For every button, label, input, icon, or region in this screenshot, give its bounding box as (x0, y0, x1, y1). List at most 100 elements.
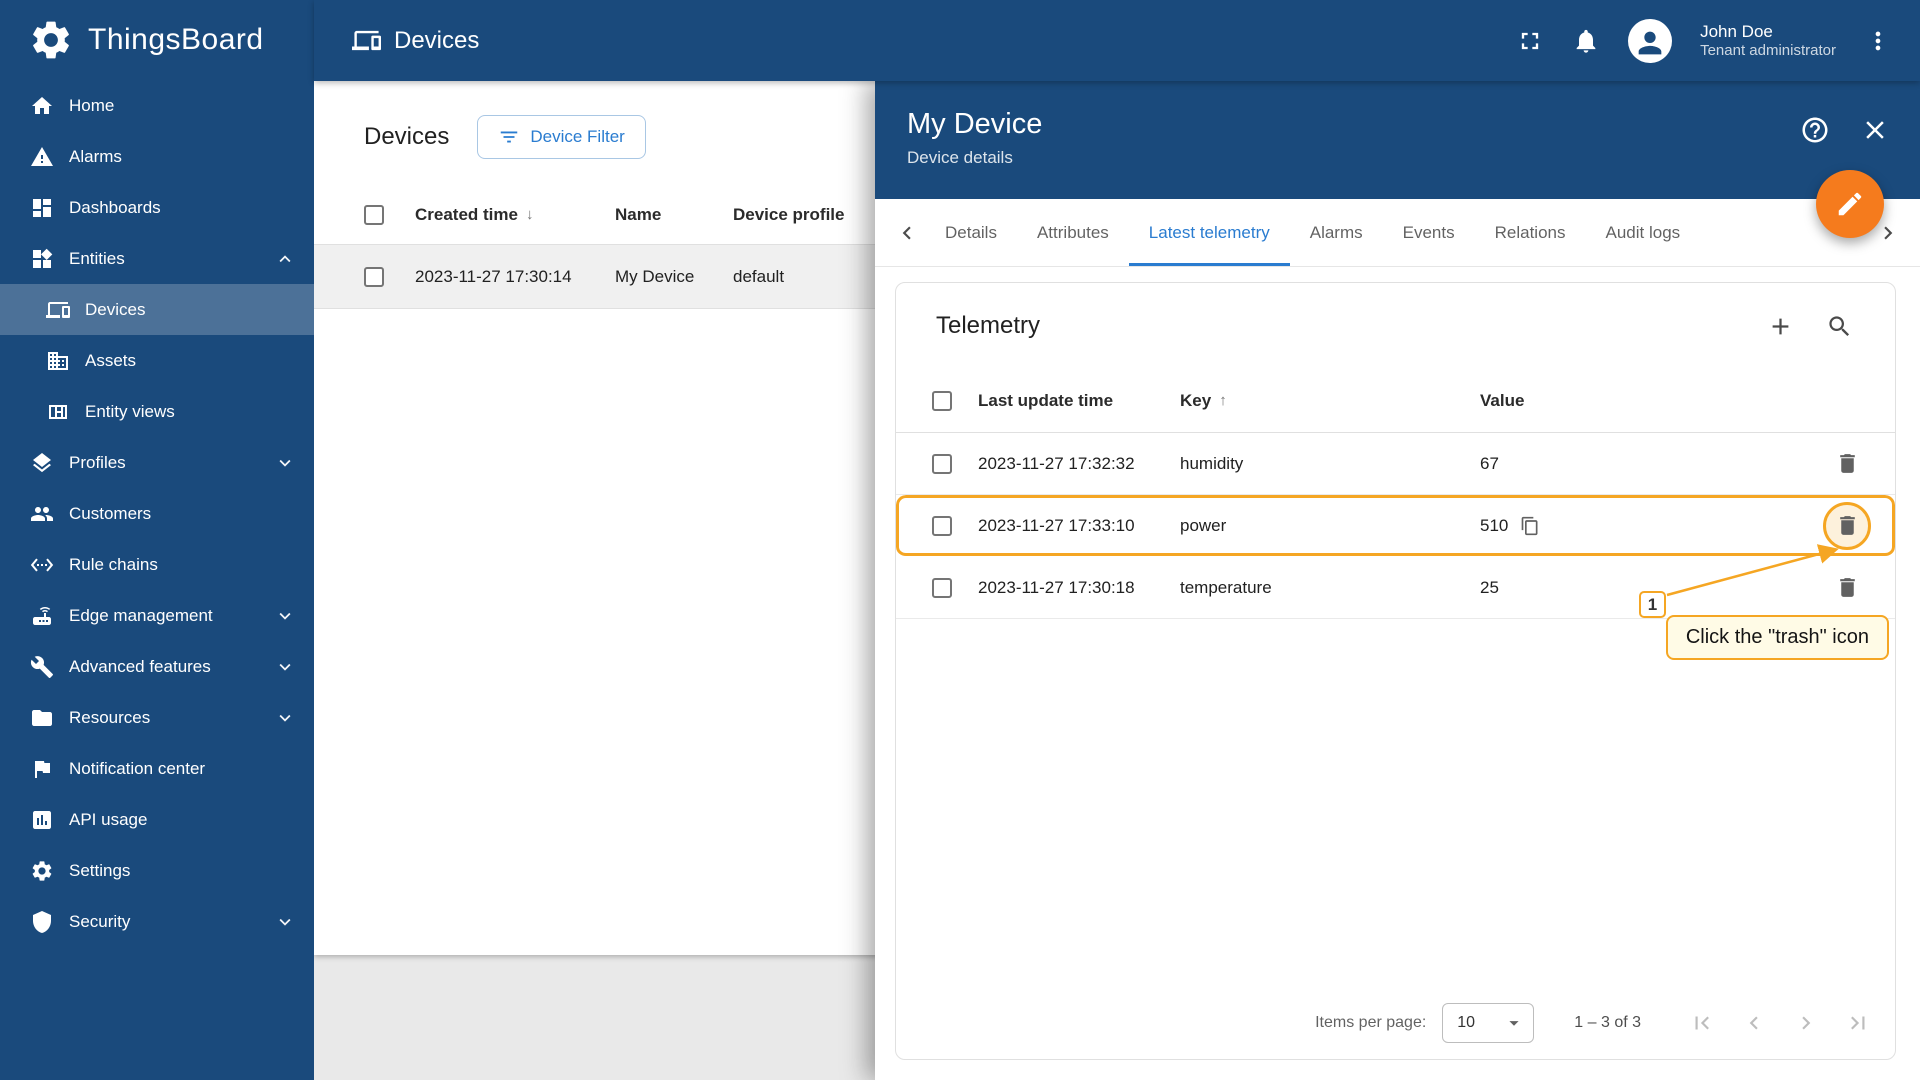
devices-icon (46, 298, 70, 322)
copy-icon (1520, 516, 1540, 536)
add-telemetry-button[interactable] (1767, 313, 1794, 340)
first-page-button[interactable] (1689, 1010, 1715, 1036)
fullscreen-button[interactable] (1516, 27, 1544, 55)
select-all-checkbox[interactable] (932, 390, 952, 411)
sidebar-item-label: Notification center (69, 758, 206, 778)
edit-fab-button[interactable] (1816, 170, 1884, 238)
delete-telemetry-button[interactable] (1835, 575, 1860, 600)
telemetry-row[interactable]: 2023-11-27 17:30:18 temperature 25 (896, 557, 1895, 619)
tab-latest-telemetry[interactable]: Latest telemetry (1128, 199, 1290, 266)
dashboards-icon (30, 196, 54, 220)
sidebar-item-resources[interactable]: Resources (0, 692, 314, 743)
sidebar-item-edge-management[interactable]: Edge management (0, 590, 314, 641)
copy-value-button[interactable] (1520, 516, 1540, 536)
paginator-range: 1 – 3 of 3 (1574, 1014, 1641, 1031)
sidebar-item-api-usage[interactable]: API usage (0, 794, 314, 845)
tab-attributes[interactable]: Attributes (1017, 199, 1129, 266)
device-filter-label: Device Filter (530, 127, 625, 146)
panel-title: My Device (907, 108, 1043, 140)
page-size-select[interactable]: 10 (1442, 1003, 1535, 1043)
tab-relations[interactable]: Relations (1475, 199, 1586, 266)
thingsboard-logo[interactable]: ThingsBoard (0, 0, 314, 80)
row-checkbox[interactable] (932, 453, 952, 474)
telemetry-row[interactable]: 2023-11-27 17:32:32 humidity 67 (896, 433, 1895, 495)
alarms-icon (30, 145, 54, 169)
sidebar-item-devices[interactable]: Devices (0, 284, 314, 335)
settings-icon (30, 859, 54, 883)
column-value[interactable]: Value (1480, 391, 1811, 411)
kebab-menu-button[interactable] (1864, 27, 1892, 55)
pencil-icon (1835, 189, 1865, 219)
sidebar-item-label: Entity views (85, 401, 175, 421)
device-filter-button[interactable]: Device Filter (477, 115, 646, 159)
tab-alarms[interactable]: Alarms (1290, 199, 1383, 266)
device-details-panel: My Device Device details Details Attribu… (875, 81, 1920, 1080)
sidebar-item-alarms[interactable]: Alarms (0, 131, 314, 182)
sidebar-item-security[interactable]: Security (0, 896, 314, 947)
fullscreen-icon (1516, 27, 1544, 55)
sidebar-item-profiles[interactable]: Profiles (0, 437, 314, 488)
last-page-icon (1845, 1010, 1871, 1036)
paginator-nav (1689, 1010, 1871, 1036)
delete-telemetry-button[interactable] (1835, 513, 1860, 538)
column-key[interactable]: Key ↑ (1180, 391, 1480, 411)
row-checkbox[interactable] (932, 515, 952, 536)
tab-events[interactable]: Events (1383, 199, 1475, 266)
sidebar-item-dashboards[interactable]: Dashboards (0, 182, 314, 233)
paginator: Items per page: 10 1 – 3 of 3 (896, 987, 1895, 1059)
chevron-right-icon (1793, 1010, 1819, 1036)
sidebar-item-assets[interactable]: Assets (0, 335, 314, 386)
close-icon (1860, 115, 1890, 145)
sidebar-item-advanced-features[interactable]: Advanced features (0, 641, 314, 692)
previous-page-button[interactable] (1741, 1010, 1767, 1036)
help-button[interactable] (1800, 115, 1830, 148)
select-all-checkbox[interactable] (364, 204, 384, 225)
sidebar: ThingsBoard Home Alarms Dashboards Entit… (0, 0, 314, 1080)
security-icon (30, 910, 54, 934)
app-root: ThingsBoard Home Alarms Dashboards Entit… (0, 0, 1920, 1080)
next-page-button[interactable] (1793, 1010, 1819, 1036)
close-button[interactable] (1860, 115, 1890, 148)
sort-desc-icon: ↓ (525, 206, 534, 223)
sidebar-item-home[interactable]: Home (0, 80, 314, 131)
sidebar-item-label: Profiles (69, 452, 126, 472)
last-page-button[interactable] (1845, 1010, 1871, 1036)
telemetry-card: Telemetry Last update time Key ↑ Value 2… (895, 282, 1896, 1060)
tabs-scroll-left-button[interactable] (889, 199, 925, 266)
user-role: Tenant administrator (1700, 41, 1836, 59)
plus-icon (1767, 313, 1794, 340)
sidebar-item-entities[interactable]: Entities (0, 233, 314, 284)
sidebar-item-settings[interactable]: Settings (0, 845, 314, 896)
column-last-update-time[interactable]: Last update time (978, 391, 1180, 411)
chevron-down-icon (274, 911, 296, 933)
page-title: Devices (352, 26, 479, 55)
edge-management-icon (30, 604, 54, 628)
assets-icon (46, 349, 70, 373)
notifications-button[interactable] (1572, 27, 1600, 55)
tab-audit-logs[interactable]: Audit logs (1586, 199, 1701, 266)
sidebar-item-customers[interactable]: Customers (0, 488, 314, 539)
entity-views-icon (46, 400, 70, 424)
topbar-actions: John Doe Tenant administrator (1516, 18, 1892, 63)
sidebar-item-rule-chains[interactable]: Rule chains (0, 539, 314, 590)
column-created-time[interactable]: Created time ↓ (415, 205, 615, 225)
sidebar-item-label: Edge management (69, 605, 213, 625)
sidebar-item-notification-center[interactable]: Notification center (0, 743, 314, 794)
column-label: Name (615, 204, 662, 224)
search-button[interactable] (1826, 313, 1853, 340)
person-icon (1633, 26, 1667, 60)
trash-icon (1835, 575, 1860, 600)
sidebar-nav: Home Alarms Dashboards Entities Devices … (0, 80, 314, 947)
home-icon (30, 94, 54, 118)
telemetry-row-highlighted[interactable]: 2023-11-27 17:33:10 power 510 1 Click th… (896, 495, 1895, 660)
avatar[interactable] (1628, 18, 1673, 63)
sidebar-item-entity-views[interactable]: Entity views (0, 386, 314, 437)
row-checkbox[interactable] (364, 266, 384, 287)
content-area: Devices Device Filter Created time ↓ Name… (314, 81, 1920, 1080)
row-checkbox[interactable] (932, 577, 952, 598)
tab-details[interactable]: Details (925, 199, 1017, 266)
chevron-down-icon (274, 452, 296, 474)
sidebar-item-label: Advanced features (69, 656, 211, 676)
column-name[interactable]: Name (615, 205, 733, 225)
delete-telemetry-button[interactable] (1835, 451, 1860, 476)
